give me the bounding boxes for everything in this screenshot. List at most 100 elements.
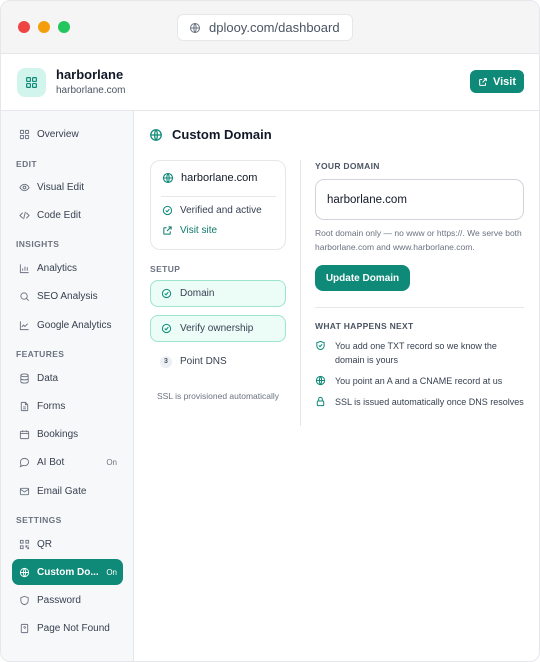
setup-label: SETUP (150, 264, 181, 274)
visit-button-label: Visit (492, 75, 517, 88)
update-domain-button[interactable]: Update Domain (315, 265, 410, 291)
verified-status: Verified and active (162, 205, 262, 216)
sidebar-item-label: Page Not Found (37, 622, 110, 634)
document-icon (20, 401, 29, 411)
next-step-item: You add one TXT record so we know the do… (315, 339, 525, 367)
sidebar-item-email-gate[interactable]: Email Gate (12, 478, 123, 504)
sidebar-item-label: Data (37, 372, 59, 384)
sidebar-item-label: Bookings (37, 428, 79, 440)
main-content: Custom Domain harborlane.com Verified an… (134, 111, 539, 661)
next-step-text: You add one TXT record so we know the do… (335, 341, 497, 365)
globe-icon (150, 128, 162, 141)
external-link-icon (163, 226, 172, 235)
grid-icon (19, 129, 30, 139)
sidebar-section-edit: EDIT (16, 159, 37, 169)
site-name: harborlane (56, 67, 124, 82)
code-icon (19, 211, 30, 219)
sidebar-item-ai-bot[interactable]: AI Bot On (12, 449, 123, 475)
sidebar-item-label: Code Edit (37, 209, 81, 221)
sidebar-item-label: SEO Analysis (37, 290, 98, 302)
site-domain: harborlane.com (56, 85, 126, 96)
globe-icon (190, 22, 200, 33)
sidebar-item-code-edit[interactable]: Code Edit (12, 202, 123, 228)
bar-chart-icon (19, 263, 29, 273)
minimize-window-button[interactable] (38, 21, 50, 33)
check-circle-icon (162, 205, 173, 216)
check-circle-icon (161, 323, 172, 334)
next-step-item: You point an A and a CNAME record at us (315, 374, 525, 388)
sidebar-item-label: Custom Do... (37, 566, 99, 578)
sidebar-item-custom-domain[interactable]: Custom Do... On (12, 559, 123, 585)
globe-icon (19, 567, 30, 577)
grid-icon (26, 77, 37, 88)
sidebar-item-label: Password (37, 594, 81, 606)
visit-site-text: Visit site (180, 225, 218, 236)
check-circle-icon (161, 288, 172, 299)
domain-input[interactable] (315, 179, 524, 220)
sidebar-section-features: FEATURES (16, 349, 65, 359)
sidebar-section-settings: SETTINGS (16, 515, 62, 525)
sidebar-item-label: AI Bot (37, 456, 65, 468)
sidebar-item-google-analytics[interactable]: Google Analytics (12, 312, 123, 338)
setup-step-label: Point DNS (180, 356, 227, 367)
shield-icon (20, 595, 29, 605)
card-divider (161, 196, 276, 197)
sidebar-item-forms[interactable]: Forms (12, 393, 123, 419)
domain-status-card: harborlane.com Verified and active Visit… (150, 160, 286, 250)
column-divider (300, 160, 301, 426)
external-link-icon (479, 77, 487, 86)
sidebar-item-label: Visual Edit (37, 181, 85, 193)
eye-icon (19, 183, 30, 191)
sidebar-item-label: Email Gate (37, 485, 87, 497)
sidebar-item-password[interactable]: Password (12, 587, 123, 613)
visit-site-link[interactable]: Visit site (162, 225, 217, 236)
sidebar: Overview EDIT Visual Edit Code Edit INSI… (1, 111, 134, 661)
sidebar-item-overview[interactable]: Overview (12, 121, 123, 147)
sidebar-item-page-not-found[interactable]: Page Not Found (12, 615, 123, 641)
globe-icon (315, 375, 326, 386)
setup-step-verify[interactable]: Verify ownership (150, 315, 286, 342)
sidebar-section-insights: INSIGHTS (16, 239, 60, 249)
page-title: Custom Domain (149, 127, 272, 142)
sidebar-item-bookings[interactable]: Bookings (12, 421, 123, 447)
section-divider (315, 307, 524, 308)
close-window-button[interactable] (18, 21, 30, 33)
sidebar-item-label: Overview (37, 128, 79, 140)
question-file-icon (20, 623, 29, 633)
calendar-icon (19, 429, 30, 439)
sidebar-item-seo-analysis[interactable]: SEO Analysis (12, 283, 123, 309)
next-step-text: SSL is issued automatically once DNS res… (335, 397, 524, 407)
address-bar[interactable]: dplooy.com/dashboard (177, 14, 353, 41)
setup-step-domain[interactable]: Domain (150, 280, 286, 307)
step-number: 3 (160, 355, 172, 368)
sidebar-item-visual-edit[interactable]: Visual Edit (12, 174, 123, 200)
browser-window: dplooy.com/dashboard harborlane harborla… (0, 0, 540, 662)
maximize-window-button[interactable] (58, 21, 70, 33)
card-domain-text: harborlane.com (181, 172, 258, 184)
sidebar-item-qr[interactable]: QR (12, 531, 123, 557)
qr-code-icon (19, 539, 30, 549)
sidebar-item-label: QR (37, 538, 52, 550)
your-domain-label: YOUR DOMAIN (315, 161, 380, 171)
shield-check-icon (316, 340, 325, 351)
browser-chrome: dplooy.com/dashboard (1, 1, 539, 54)
next-step-text: You point an A and a CNAME record at us (335, 376, 503, 386)
visit-button[interactable]: Visit (470, 70, 524, 93)
domain-hint: Root domain only — no www or https://. W… (315, 228, 522, 252)
what-happens-next-label: WHAT HAPPENS NEXT (315, 321, 414, 331)
globe-icon (162, 172, 174, 184)
site-logo (17, 68, 46, 97)
mail-icon (19, 487, 30, 495)
ssl-note: SSL is provisioned automatically (156, 391, 280, 401)
sidebar-item-label: Forms (37, 400, 66, 412)
database-icon (20, 372, 29, 384)
verified-status-text: Verified and active (180, 205, 262, 216)
setup-step-point-dns[interactable]: 3 Point DNS (150, 348, 286, 375)
sidebar-item-label: Google Analytics (37, 319, 112, 331)
page-title-text: Custom Domain (172, 127, 272, 142)
sidebar-item-analytics[interactable]: Analytics (12, 255, 123, 281)
site-header: harborlane harborlane.com Visit (1, 54, 539, 111)
sidebar-item-data[interactable]: Data (12, 365, 123, 391)
chat-bubble-icon (19, 457, 30, 467)
search-icon (20, 291, 29, 301)
